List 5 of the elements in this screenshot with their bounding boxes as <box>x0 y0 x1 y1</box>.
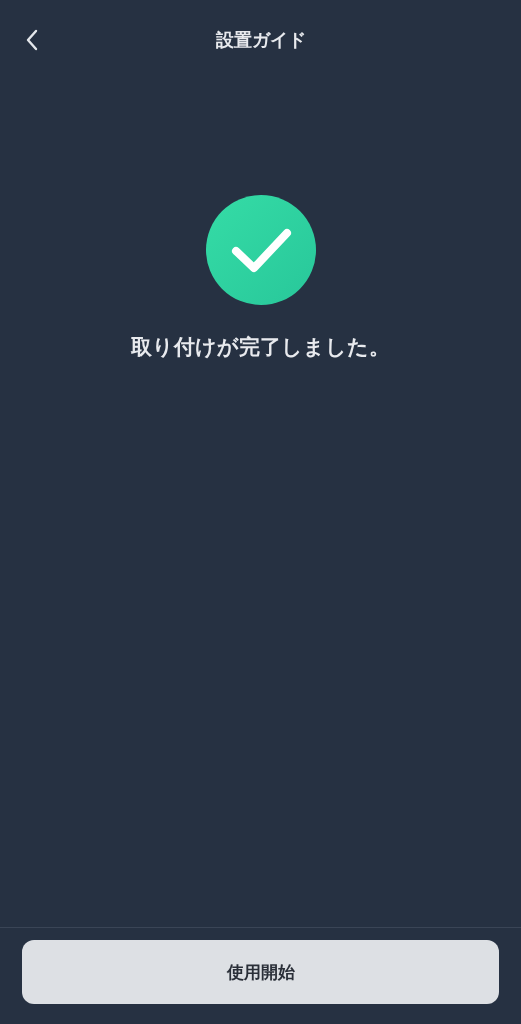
start-button[interactable]: 使用開始 <box>22 940 499 1004</box>
back-icon <box>25 28 39 52</box>
completion-message: 取り付けが完了しました。 <box>131 334 390 361</box>
page-title: 設置ガイド <box>214 28 307 52</box>
check-icon <box>205 195 316 305</box>
